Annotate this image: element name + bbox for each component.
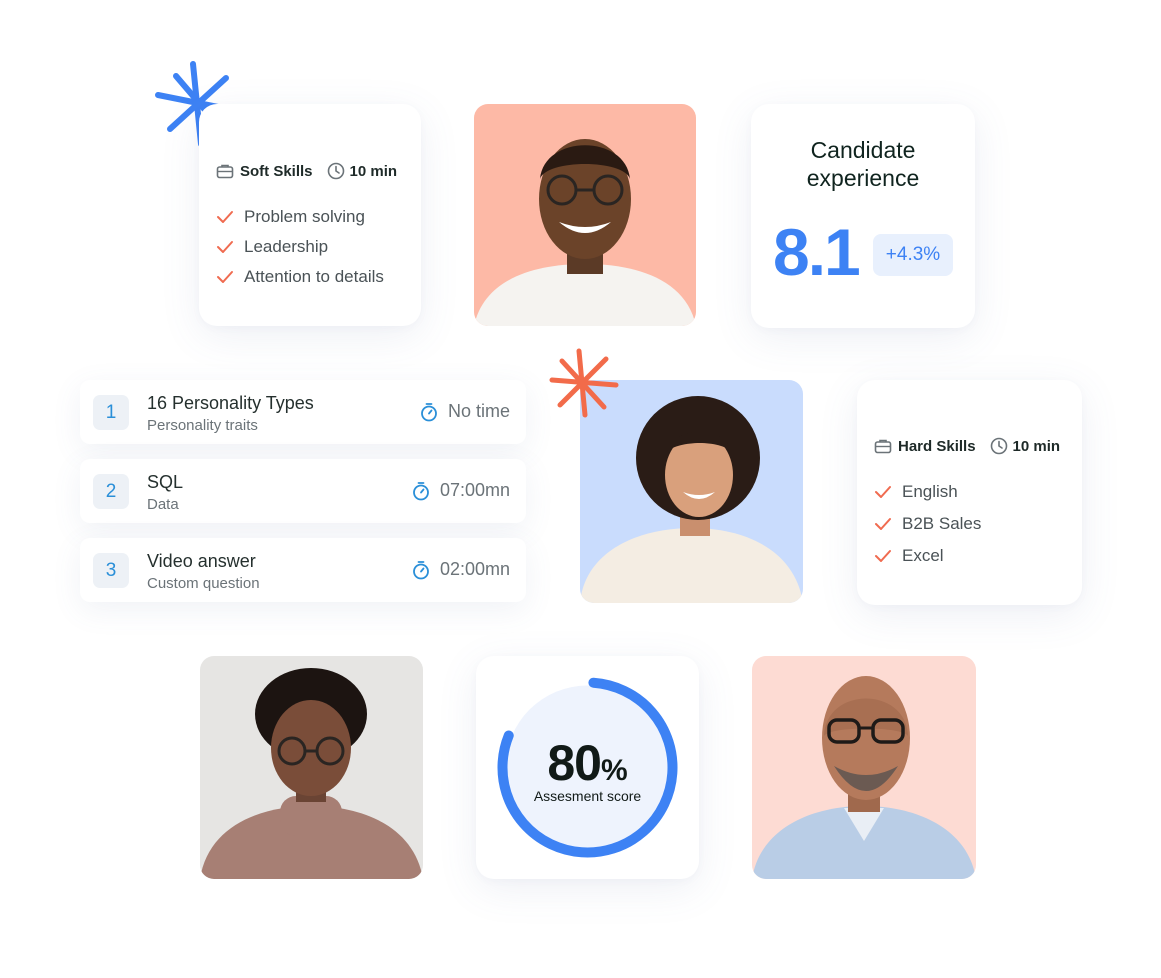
hard-skills-card: Hard Skills 10 min English B2B Sales Exc… xyxy=(857,380,1082,605)
briefcase-icon xyxy=(874,438,892,454)
test-row[interactable]: 2 SQL Data 07:00mn xyxy=(80,459,526,523)
checkmark-icon xyxy=(217,211,233,223)
candidate-photo-bald-man xyxy=(752,656,976,879)
hard-skills-title: Hard Skills xyxy=(898,437,976,455)
candidate-photo-woman-glasses xyxy=(200,656,423,879)
score-change-badge: +4.3% xyxy=(873,234,953,276)
soft-skills-title: Soft Skills xyxy=(240,162,313,180)
list-item: English xyxy=(874,476,981,508)
candidate-experience-title: Candidate experience xyxy=(806,137,920,191)
test-time: 02:00mn xyxy=(439,559,510,579)
list-item: Problem solving xyxy=(216,202,384,232)
clock-icon xyxy=(327,162,344,180)
hard-skills-list: English B2B Sales Excel xyxy=(874,476,981,572)
stopwatch-icon xyxy=(413,481,429,500)
test-time: No time xyxy=(447,401,510,421)
test-number: 2 xyxy=(93,474,129,509)
checkmark-icon xyxy=(875,550,891,562)
assessment-value: 80 xyxy=(547,735,602,791)
briefcase-icon xyxy=(216,163,234,179)
candidate-photo-man-glasses xyxy=(474,104,696,326)
checkmark-icon xyxy=(875,486,891,498)
test-row[interactable]: 3 Video answer Custom question 02:00mn xyxy=(80,538,526,602)
assessment-label: Assesment score xyxy=(533,788,642,804)
checkmark-icon xyxy=(217,271,233,283)
test-time: 07:00mn xyxy=(439,480,510,500)
hard-skills-duration: 10 min xyxy=(1012,437,1061,455)
candidate-experience-card: Candidate experience 8.1 +4.3% xyxy=(751,104,975,328)
test-row[interactable]: 1 16 Personality Types Personality trait… xyxy=(80,380,526,444)
test-number: 1 xyxy=(93,395,129,430)
soft-skills-header: Soft Skills 10 min xyxy=(216,162,397,180)
list-item: B2B Sales xyxy=(874,508,981,540)
soft-skills-duration: 10 min xyxy=(349,162,398,180)
candidate-experience-score: 8.1 xyxy=(773,215,861,289)
soft-skills-list: Problem solving Leadership Attention to … xyxy=(216,202,384,292)
stopwatch-icon xyxy=(413,560,429,579)
checkmark-icon xyxy=(217,241,233,253)
soft-skills-card: Soft Skills 10 min Problem solving Leade… xyxy=(199,104,421,326)
list-item: Attention to details xyxy=(216,262,384,292)
orange-asterisk-icon xyxy=(549,348,619,418)
clock-icon xyxy=(990,437,1007,455)
list-item: Excel xyxy=(874,540,981,572)
list-item: Leadership xyxy=(216,232,384,262)
assessment-score-card: 80% Assesment score xyxy=(476,656,699,879)
test-number: 3 xyxy=(93,553,129,588)
test-subtitle: Personality traits xyxy=(147,417,258,434)
test-subtitle: Custom question xyxy=(147,575,260,592)
stopwatch-icon xyxy=(421,402,437,421)
assessment-unit: % xyxy=(600,754,628,787)
hard-skills-header: Hard Skills 10 min xyxy=(874,437,1060,455)
test-subtitle: Data xyxy=(147,496,179,513)
test-title: SQL xyxy=(147,472,184,492)
test-title: 16 Personality Types xyxy=(147,393,314,413)
checkmark-icon xyxy=(875,518,891,530)
test-title: Video answer xyxy=(147,551,256,571)
